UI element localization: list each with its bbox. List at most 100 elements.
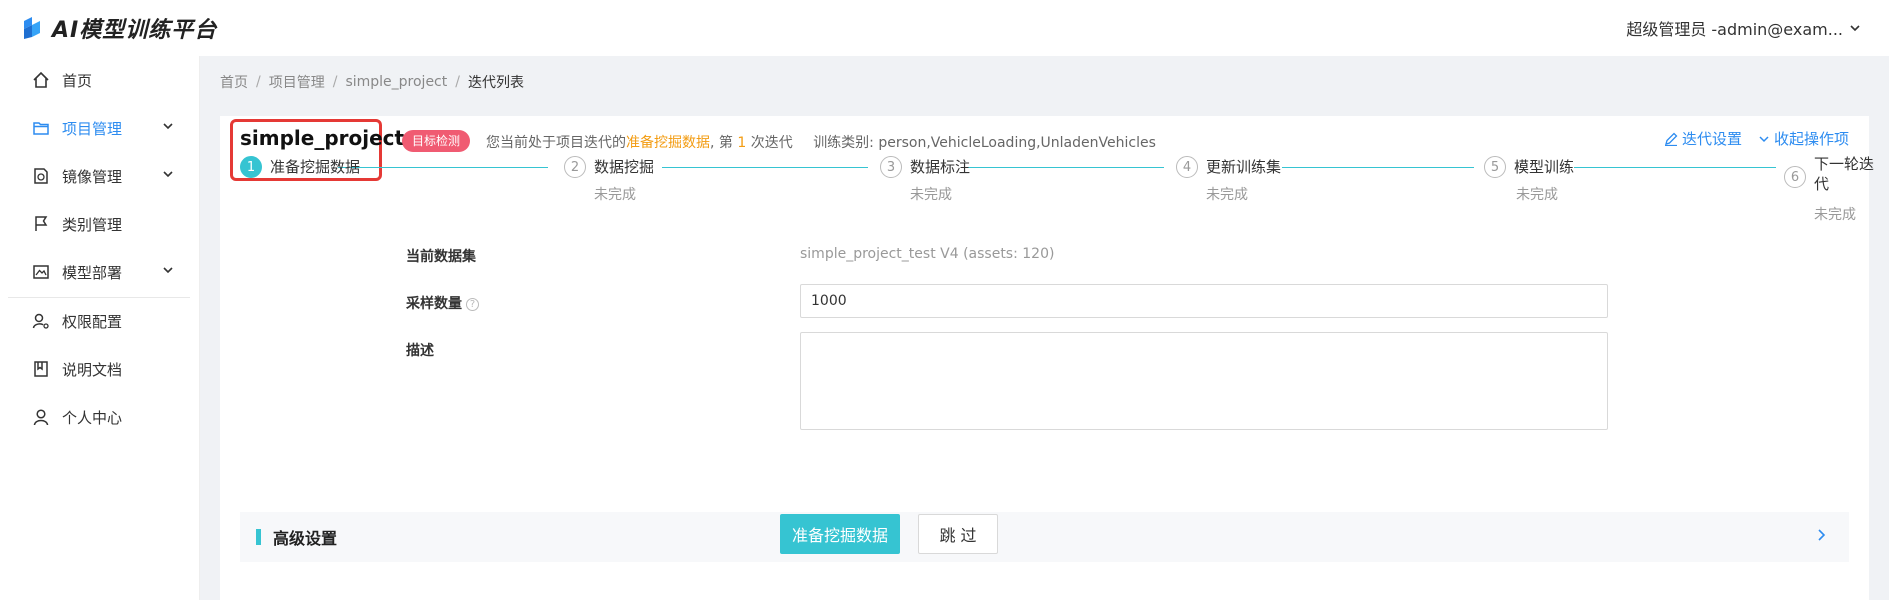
breadcrumb-home[interactable]: 首页 bbox=[220, 72, 248, 92]
iteration-settings-link[interactable]: 迭代设置 bbox=[1664, 128, 1742, 149]
step-number: 1 bbox=[240, 156, 262, 178]
breadcrumb-projects[interactable]: 项目管理 bbox=[269, 72, 325, 92]
sample-count-input[interactable] bbox=[800, 284, 1608, 318]
sidebar-item-classes[interactable]: 类别管理 bbox=[0, 200, 190, 248]
step-connector bbox=[1282, 167, 1474, 168]
sidebar-item-label: 模型部署 bbox=[62, 263, 123, 282]
step-status: 未完成 bbox=[1206, 187, 1248, 203]
step-5[interactable]: 5 模型训练 未完成 bbox=[1484, 156, 1575, 203]
breadcrumb-separator: / bbox=[455, 74, 460, 90]
step-label: 数据挖掘 bbox=[594, 158, 655, 176]
app-title: AI模型训练平台 bbox=[52, 18, 218, 43]
app-logo[interactable]: AI模型训练平台 bbox=[20, 12, 217, 44]
step-number: 6 bbox=[1784, 166, 1806, 188]
sidebar-item-label: 说明文档 bbox=[62, 360, 123, 379]
step-4[interactable]: 4 更新训练集 未完成 bbox=[1176, 156, 1282, 203]
skip-button[interactable]: 跳 过 bbox=[918, 514, 998, 554]
step-6[interactable]: 6 下一轮迭代 未完成 bbox=[1784, 155, 1874, 223]
sidebar-item-home[interactable]: 首页 bbox=[0, 56, 190, 104]
sidebar-item-docs[interactable]: 说明文档 bbox=[0, 345, 190, 393]
iteration-steps: 1 准备挖掘数据 2 数据挖掘 未完成 3 数据标注 未完成 4 更新训练集 未… bbox=[220, 155, 1874, 236]
breadcrumb-current: 迭代列表 bbox=[467, 75, 524, 91]
help-icon[interactable]: ? bbox=[466, 297, 479, 311]
sample-count-label-text: 采样数量 bbox=[406, 296, 462, 312]
step-number: 4 bbox=[1176, 156, 1198, 178]
step-connector bbox=[338, 167, 548, 168]
sidebar-item-images[interactable]: 镜像管理 bbox=[0, 152, 190, 200]
project-type-badge: 目标检测 bbox=[402, 130, 471, 152]
sample-count-label: 采样数量? bbox=[406, 293, 479, 313]
breadcrumb: 首页 / 项目管理 / simple_project / 迭代列表 bbox=[220, 72, 524, 92]
iteration-number: 1 bbox=[737, 135, 747, 151]
step-2[interactable]: 2 数据挖掘 未完成 bbox=[564, 156, 655, 203]
folder-icon bbox=[32, 119, 50, 137]
step-label-line: 下一轮迭 bbox=[1814, 155, 1875, 173]
sidebar-item-label: 首页 bbox=[62, 71, 93, 90]
step-number: 5 bbox=[1484, 156, 1506, 178]
stage-mid: , 第 bbox=[710, 135, 738, 151]
iteration-card: simple_project 目标检测 您当前处于项目迭代的准备挖掘数据, 第 … bbox=[220, 116, 1874, 600]
step-status: 未完成 bbox=[1814, 207, 1856, 223]
user-icon bbox=[32, 408, 50, 426]
sidebar: 首页 项目管理 镜像管理 类别管理 模型部署 权限配置 说明文档 个人中心 bbox=[0, 56, 200, 600]
step-number: 2 bbox=[564, 156, 586, 178]
logo-icon bbox=[24, 17, 40, 39]
section-accent-bar bbox=[256, 529, 261, 545]
description-textarea[interactable] bbox=[800, 332, 1608, 430]
breadcrumb-separator: / bbox=[256, 74, 261, 90]
step-3[interactable]: 3 数据标注 未完成 bbox=[880, 156, 971, 203]
project-title: simple_project bbox=[240, 126, 405, 150]
training-classes: 训练类别: person,VehicleLoading,UnladenVehic… bbox=[813, 135, 1156, 151]
collapse-actions-label: 收起操作项 bbox=[1773, 130, 1849, 148]
edit-icon bbox=[1664, 132, 1678, 146]
sidebar-item-profile[interactable]: 个人中心 bbox=[0, 393, 190, 441]
step-status: 未完成 bbox=[910, 187, 952, 203]
sidebar-item-permissions[interactable]: 权限配置 bbox=[0, 297, 190, 345]
chevron-right-icon bbox=[1818, 529, 1826, 541]
sidebar-item-projects[interactable]: 项目管理 bbox=[0, 104, 190, 152]
user-menu[interactable]: 超级管理员 -admin@exam... bbox=[1626, 16, 1861, 40]
sidebar-item-label: 镜像管理 bbox=[62, 167, 123, 186]
deploy-icon bbox=[32, 263, 50, 281]
book-icon bbox=[32, 360, 50, 378]
top-header: AI模型训练平台 超级管理员 -admin@exam... bbox=[0, 0, 1889, 56]
step-number: 3 bbox=[880, 156, 902, 178]
home-icon bbox=[32, 71, 50, 89]
chevron-down-icon bbox=[1759, 135, 1769, 142]
advanced-settings-panel[interactable]: 高级设置 bbox=[240, 512, 1849, 562]
step-status: 未完成 bbox=[1516, 187, 1558, 203]
chevron-down-icon bbox=[163, 267, 173, 274]
stage-prefix: 您当前处于项目迭代的 bbox=[486, 135, 626, 151]
sidebar-item-label: 类别管理 bbox=[62, 215, 123, 234]
step-label: 下一轮迭代 bbox=[1814, 154, 1874, 194]
iteration-settings-label: 迭代设置 bbox=[1681, 130, 1742, 148]
collapse-actions-link[interactable]: 收起操作项 bbox=[1758, 128, 1849, 149]
step-status: 未完成 bbox=[594, 187, 636, 203]
step-label: 更新训练集 bbox=[1206, 158, 1282, 176]
step-label: 模型训练 bbox=[1514, 158, 1575, 176]
step-label: 准备挖掘数据 bbox=[270, 158, 361, 176]
sidebar-item-label: 项目管理 bbox=[62, 119, 123, 138]
dataset-label: 当前数据集 bbox=[406, 249, 476, 265]
stage-name: 准备挖掘数据 bbox=[626, 135, 710, 151]
breadcrumb-project[interactable]: simple_project bbox=[345, 74, 447, 90]
description-label: 描述 bbox=[406, 343, 434, 359]
stage-suffix: 次迭代 bbox=[746, 135, 793, 151]
dataset-value: simple_project_test V4 (assets: 120) bbox=[800, 246, 1055, 262]
prepare-mining-button[interactable]: 准备挖掘数据 bbox=[780, 514, 900, 554]
step-connector bbox=[968, 167, 1164, 168]
user-name: 超级管理员 -admin@exam... bbox=[1626, 20, 1843, 39]
step-connector bbox=[662, 167, 868, 168]
image-file-icon bbox=[32, 167, 50, 185]
chevron-down-icon bbox=[1850, 25, 1860, 32]
chevron-down-icon bbox=[163, 123, 173, 130]
chevron-down-icon bbox=[163, 171, 173, 178]
sidebar-item-deploy[interactable]: 模型部署 bbox=[0, 248, 190, 296]
iteration-actions: 迭代设置 收起操作项 bbox=[1648, 128, 1849, 149]
sidebar-item-label: 个人中心 bbox=[62, 408, 123, 427]
stage-info: 您当前处于项目迭代的准备挖掘数据, 第 1 次迭代 训练类别: person,V… bbox=[486, 132, 1156, 152]
step-1[interactable]: 1 准备挖掘数据 bbox=[240, 156, 360, 178]
step-label: 数据标注 bbox=[910, 158, 971, 176]
sidebar-item-label: 权限配置 bbox=[62, 312, 123, 331]
user-gear-icon bbox=[32, 312, 50, 330]
